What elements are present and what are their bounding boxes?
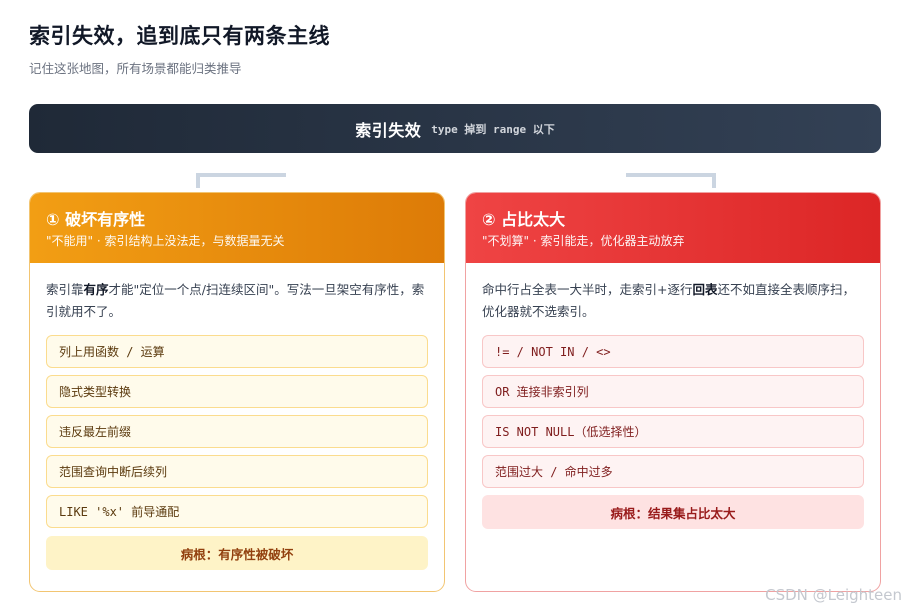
watermark: CSDN @Leighteen bbox=[765, 586, 902, 604]
root-node-subtitle: type 掉到 range 以下 bbox=[431, 122, 555, 136]
branch-card-header: ② 占比太大 "不划算" · 索引能走，优化器主动放弃 bbox=[466, 193, 880, 263]
branch-tagline: "不能用" · 索引结构上没法走，与数据量无关 bbox=[46, 234, 285, 248]
branch-card-body: 命中行占全表一大半时，走索引+逐行回表还不如直接全表顺序扫，优化器就不选索引。 … bbox=[466, 263, 880, 529]
case-item: 范围查询中断后续列 bbox=[46, 455, 428, 488]
root-cause-badge: 病根：结果集占比太大 bbox=[482, 495, 864, 529]
page-title: 索引失效，追到底只有两条主线 bbox=[29, 24, 330, 48]
branch-title: ② 占比太大 bbox=[482, 210, 566, 229]
description-text: 命中行占全表一大半时，走索引+逐行 bbox=[482, 282, 693, 297]
branch-card-selectivity: ② 占比太大 "不划算" · 索引能走，优化器主动放弃 命中行占全表一大半时，走… bbox=[465, 192, 881, 592]
case-item: OR 连接非索引列 bbox=[482, 375, 864, 408]
case-item: 范围过大 / 命中过多 bbox=[482, 455, 864, 488]
root-node: 索引失效 type 掉到 range 以下 bbox=[29, 104, 881, 153]
branch-card-header: ① 破坏有序性 "不能用" · 索引结构上没法走，与数据量无关 bbox=[30, 193, 444, 263]
case-item: IS NOT NULL（低选择性） bbox=[482, 415, 864, 448]
page-subtitle: 记住这张地图，所有场景都能归类推导 bbox=[29, 61, 242, 76]
case-item: LIKE '%x' 前导通配 bbox=[46, 495, 428, 528]
case-item: 违反最左前缀 bbox=[46, 415, 428, 448]
root-cause-badge: 病根：有序性被破坏 bbox=[46, 536, 428, 570]
connector-right bbox=[626, 173, 716, 188]
description-emphasis: 回表 bbox=[692, 282, 718, 297]
branch-card-ordering: ① 破坏有序性 "不能用" · 索引结构上没法走，与数据量无关 索引靠有序才能"… bbox=[29, 192, 445, 592]
branch-description: 索引靠有序才能"定位一个点/扫连续区间"。写法一旦架空有序性，索引就用不了。 bbox=[46, 279, 428, 329]
case-list: != / NOT IN / <> OR 连接非索引列 IS NOT NULL（低… bbox=[482, 335, 864, 488]
description-emphasis: 有序 bbox=[83, 282, 109, 297]
case-item: 列上用函数 / 运算 bbox=[46, 335, 428, 368]
root-node-title: 索引失效 bbox=[355, 120, 422, 140]
connector-left bbox=[196, 173, 286, 188]
branch-title: ① 破坏有序性 bbox=[46, 210, 146, 229]
branch-tagline: "不划算" · 索引能走，优化器主动放弃 bbox=[482, 234, 685, 248]
branch-card-body: 索引靠有序才能"定位一个点/扫连续区间"。写法一旦架空有序性，索引就用不了。 列… bbox=[30, 263, 444, 570]
case-list: 列上用函数 / 运算 隐式类型转换 违反最左前缀 范围查询中断后续列 LIKE … bbox=[46, 335, 428, 528]
description-text: 索引靠 bbox=[46, 282, 84, 297]
case-item: 隐式类型转换 bbox=[46, 375, 428, 408]
case-item: != / NOT IN / <> bbox=[482, 335, 864, 368]
branch-description: 命中行占全表一大半时，走索引+逐行回表还不如直接全表顺序扫，优化器就不选索引。 bbox=[482, 279, 864, 329]
